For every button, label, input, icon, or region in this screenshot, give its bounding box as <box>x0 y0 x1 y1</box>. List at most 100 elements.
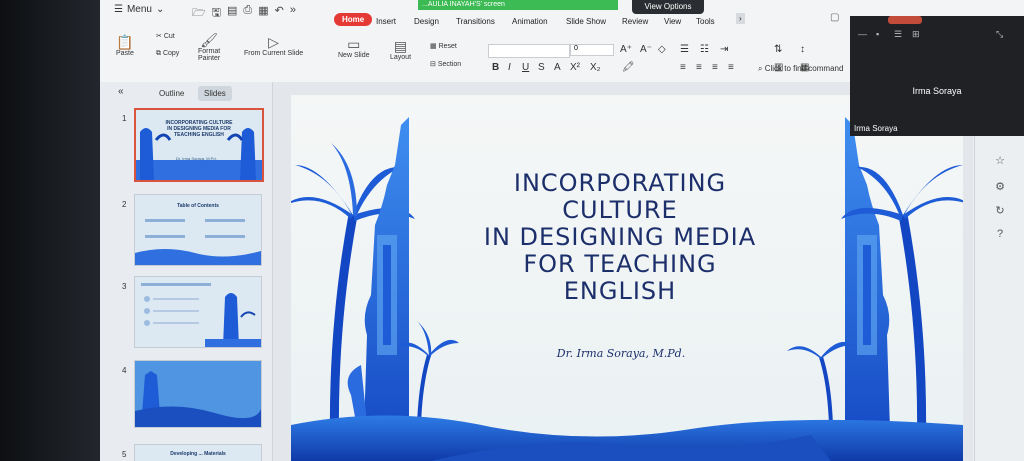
adjust-icon[interactable]: ⚙ <box>975 180 1024 193</box>
align-center-icon[interactable]: ≡ <box>696 62 702 73</box>
from-current-slide-button[interactable]: ▷ From Current Slide <box>244 34 303 57</box>
slide-thumbnail-1[interactable]: INCORPORATING CULTURE IN DESIGNING MEDIA… <box>134 108 264 182</box>
copy-button[interactable]: ⧉ Copy <box>156 50 179 58</box>
list-icon[interactable]: ☰ <box>894 29 902 40</box>
menu-button[interactable]: ☰ Menu ⌄ <box>114 4 164 15</box>
print-preview-icon[interactable]: ▦ <box>258 4 268 23</box>
justify-icon[interactable]: ≡ <box>728 62 734 73</box>
open-folder-icon[interactable]: 🗁 <box>192 4 206 23</box>
font-name-select[interactable] <box>488 44 570 58</box>
layout-icon: ▤ <box>393 38 408 54</box>
layout-button[interactable]: ▤ Layout <box>390 38 411 61</box>
reset-icon: ▦ <box>430 43 437 50</box>
animation-icon[interactable]: ☆ <box>975 154 1024 167</box>
tab-outline[interactable]: Outline <box>159 89 184 98</box>
tab-view[interactable]: View <box>664 17 681 26</box>
thumb-art <box>135 361 261 427</box>
slide-editor: INCORPORATING CULTURE IN DESIGNING MEDIA… <box>273 82 973 461</box>
speaker-icon[interactable]: ▪ <box>876 29 879 39</box>
new-slide-button[interactable]: ▭ New Slide <box>338 36 370 59</box>
slide-number: 1 <box>122 114 127 123</box>
font-size-select[interactable]: 0 <box>570 44 614 56</box>
indent-icon[interactable]: ⇥ <box>720 44 728 55</box>
paste-button[interactable]: 📋 Paste <box>116 34 134 57</box>
participant-label: Irma Soraya <box>854 124 898 133</box>
search-icon: ⌕ <box>758 64 763 73</box>
quick-access-bar: 🗁 🖫 ▤ ⎙ ▦ ↶ » <box>192 4 296 23</box>
view-options-button[interactable]: View Options <box>632 0 704 14</box>
slide-canvas[interactable]: INCORPORATING CULTURE IN DESIGNING MEDIA… <box>291 95 963 461</box>
bold-icon[interactable]: B <box>492 62 499 73</box>
slide-number: 4 <box>122 366 127 375</box>
tab-transitions[interactable]: Transitions <box>456 17 495 26</box>
align-left-icon[interactable]: ≡ <box>680 62 686 73</box>
history-icon[interactable]: ↻ <box>975 204 1024 217</box>
bullets-icon[interactable]: ☰ <box>680 44 689 55</box>
superscript-icon[interactable]: X² <box>570 62 580 73</box>
align-right-icon[interactable]: ≡ <box>712 62 718 73</box>
format-painter-button[interactable]: 🖌 Format Painter <box>198 32 220 62</box>
app-window: ☰ Menu ⌄ 🗁 🖫 ▤ ⎙ ▦ ↶ » ...AULIA INAYAH'S… <box>100 0 1024 461</box>
brush-icon: 🖌 <box>200 32 218 48</box>
more-icon[interactable]: » <box>290 4 296 23</box>
italic-icon[interactable]: I <box>508 62 511 73</box>
new-slide-icon: ▭ <box>347 36 361 52</box>
export-pdf-icon[interactable]: ▤ <box>227 4 237 23</box>
line-spacing-icon[interactable]: ↕ <box>800 44 805 55</box>
underline-icon[interactable]: U <box>522 62 529 73</box>
collapse-icon[interactable]: « <box>118 86 124 97</box>
play-circle-icon: ▷ <box>268 34 279 50</box>
slide-number: 3 <box>122 282 127 291</box>
strikethrough-icon[interactable]: S <box>538 62 545 73</box>
tab-insert[interactable]: Insert <box>376 17 396 26</box>
undo-icon[interactable]: ↶ <box>275 4 284 23</box>
slide-thumbnail-2[interactable]: Table of Contents <box>134 194 262 266</box>
record-indicator <box>888 16 922 24</box>
tab-home[interactable]: Home <box>334 13 373 26</box>
grid-icon[interactable]: ⊞ <box>912 29 920 40</box>
slides-panel: « Outline Slides 1 INCORPORATING CULTURE… <box>100 82 273 461</box>
highlight-icon[interactable]: 🖍 <box>622 62 635 73</box>
screen-share-banner: ...AULIA INAYAH'S' screen <box>418 0 618 10</box>
text-direction-icon[interactable]: ⇅ <box>774 44 782 55</box>
section-icon: ⊟ <box>430 61 436 68</box>
print-icon[interactable]: ⎙ <box>243 4 252 23</box>
slide-title[interactable]: INCORPORATING CULTURE IN DESIGNING MEDIA… <box>451 170 789 305</box>
panel-tabs: « Outline Slides <box>100 86 272 102</box>
slide-thumbnail-5[interactable]: Developing ... Materials <box>134 444 262 461</box>
save-icon[interactable]: 🖫 <box>212 4 221 23</box>
slide-thumbnail-4[interactable] <box>134 360 262 428</box>
clear-format-icon[interactable]: ◇ <box>658 44 666 55</box>
tab-design[interactable]: Design <box>414 17 439 26</box>
section-button[interactable]: ⊟ Section <box>430 60 461 68</box>
slide-thumbnail-3[interactable] <box>134 276 262 348</box>
cut-button[interactable]: ✂ Cut <box>156 32 175 40</box>
tab-tools[interactable]: Tools <box>696 17 715 26</box>
participant-name: Irma Soraya <box>912 86 962 96</box>
subscript-icon[interactable]: X₂ <box>590 62 601 73</box>
monitor-bezel <box>0 0 100 461</box>
font-color-icon[interactable]: A <box>554 62 561 73</box>
find-command-search[interactable]: ⌕ Click to find command <box>758 64 843 74</box>
reset-button[interactable]: ▦ Reset <box>430 42 457 50</box>
increase-font-icon[interactable]: A⁺ <box>620 44 632 55</box>
help-icon[interactable]: ? <box>975 228 1024 240</box>
slide-author[interactable]: Dr. Irma Soraya, M.Pd. <box>521 347 721 360</box>
tab-slides[interactable]: Slides <box>198 86 232 101</box>
paste-icon: 📋 <box>116 34 134 50</box>
exit-fullscreen-icon[interactable]: ⤡ <box>996 29 1003 40</box>
tab-animation[interactable]: Animation <box>512 17 548 26</box>
video-participant-panel[interactable]: — ▪ ☰ ⊞ ⤡ Irma Soraya Irma Soraya <box>850 16 1024 136</box>
chevron-right-icon[interactable]: › <box>736 13 745 24</box>
thumb-art <box>135 219 261 265</box>
window-icon[interactable]: ▢ <box>830 12 839 23</box>
decrease-font-icon[interactable]: A⁻ <box>640 44 652 55</box>
tab-review[interactable]: Review <box>622 17 648 26</box>
minimize-icon[interactable]: — <box>858 29 867 39</box>
slide-number: 5 <box>122 450 127 459</box>
right-sidebar: ☆ ⚙ ↻ ? <box>974 82 1024 461</box>
hamburger-icon: ☰ <box>114 4 123 15</box>
chevron-down-icon: ⌄ <box>155 4 165 15</box>
tab-slide-show[interactable]: Slide Show <box>566 17 606 26</box>
numbering-icon[interactable]: ☷ <box>700 44 709 55</box>
